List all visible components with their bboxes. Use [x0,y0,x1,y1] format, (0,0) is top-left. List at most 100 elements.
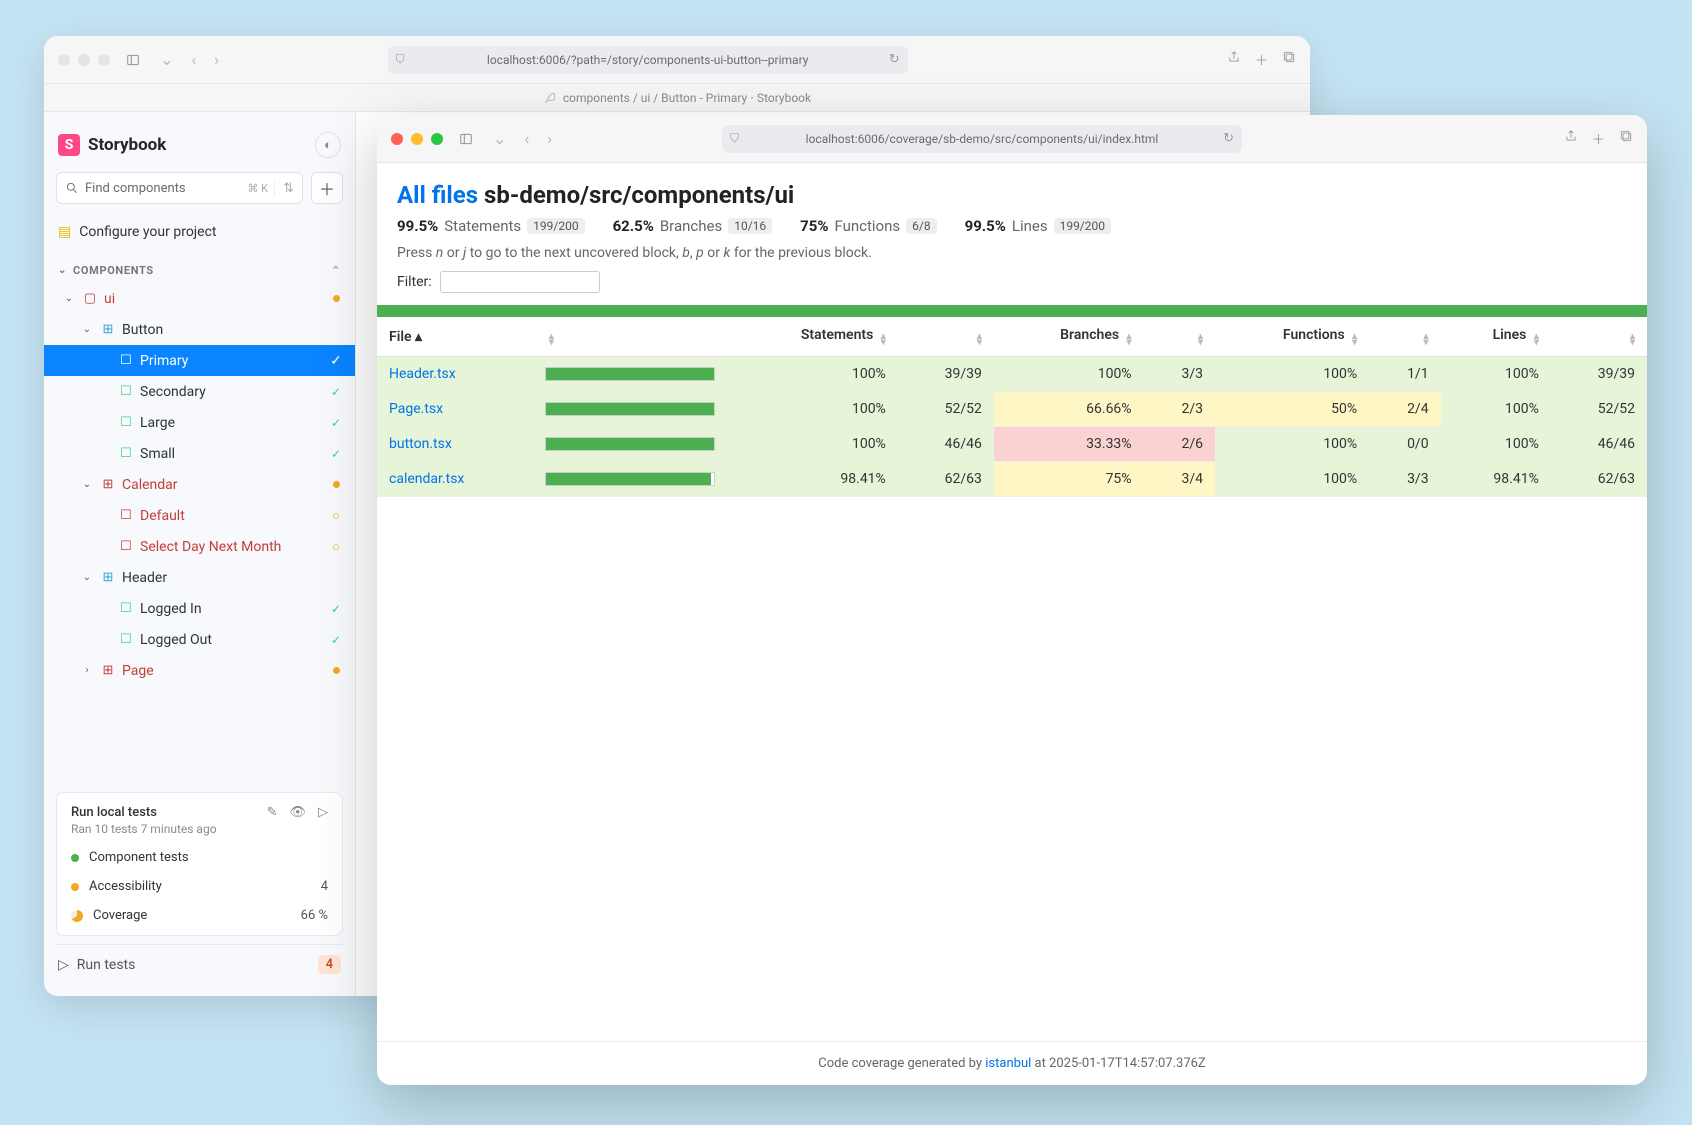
footer-timestamp: at 2025-01-17T14:57:07.376Z [1031,1056,1205,1071]
nav-forward-icon[interactable]: › [210,50,223,69]
tree-label: Logged In [140,601,202,617]
file-link[interactable]: Page.tsx [389,401,443,417]
file-link[interactable]: calendar.tsx [389,471,464,487]
address-bar-back[interactable]: ⛉ localhost:6006/?path=/story/components… [388,46,908,74]
bookmark-icon: ☐ [118,353,134,368]
sort-icon: ▴▾ [1424,334,1429,346]
nav-back-icon[interactable]: ‹ [520,129,533,148]
file-icon: ▤ [58,224,71,240]
th-lines-frac[interactable]: ▴▾ [1551,317,1647,357]
tests-row-component[interactable]: Component tests [71,850,328,865]
browser-actions: ＋ [1227,50,1296,69]
tree-story-default[interactable]: ☐ Default ○ [44,500,355,531]
istanbul-link[interactable]: istanbul [985,1056,1031,1071]
tree-folder-ui[interactable]: ⌄▢ ui [44,283,355,314]
sidebar-toggle-icon[interactable] [120,47,146,73]
tree-label: Page [122,663,154,679]
tree-label: Calendar [122,477,178,493]
tabs-icon[interactable] [1619,129,1633,148]
keyboard-hint: Press n or j to go to the next uncovered… [397,245,1627,261]
table-row: button.tsx100%46/4633.33%2/6100%0/0100%4… [377,427,1647,462]
traffic-lights-active[interactable] [391,133,443,145]
storybook-brand: Storybook [88,135,166,155]
status-dot-icon [333,295,340,302]
tree-component-page[interactable]: ›⊞ Page [44,655,355,686]
components-section-header[interactable]: ⌄ COMPONENTS ⌃ [44,258,355,283]
nav-back-icon[interactable]: ‹ [187,50,200,69]
play-icon[interactable]: ▷ [318,805,328,820]
tree-label: Secondary [140,384,206,400]
cell-statements-pct: 100% [727,427,898,462]
file-link[interactable]: Header.tsx [389,366,456,382]
tree-component-calendar[interactable]: ⌄⊞ Calendar [44,469,355,500]
cell-branches-frac: 2/6 [1144,427,1215,462]
tree-story-logged-in[interactable]: ☐ Logged In ✓ [44,593,355,624]
summary-label: Functions [834,217,900,235]
cell-lines-frac: 52/52 [1551,392,1647,427]
cell-functions-pct: 100% [1215,357,1369,392]
nav-forward-icon[interactable]: › [543,129,556,148]
check-icon: ✓ [329,416,343,430]
reload-icon[interactable]: ↻ [889,52,900,67]
tests-row-coverage[interactable]: Coverage 66 % [71,908,328,923]
tree-component-header[interactable]: ⌄⊞ Header [44,562,355,593]
filter-input[interactable] [440,271,600,293]
tests-subtitle: Ran 10 tests 7 minutes ago [71,822,328,836]
eye-icon[interactable]: 👁 [289,805,306,820]
th-statements-frac[interactable]: ▴▾ [898,317,994,357]
collapse-icon[interactable]: ⌃ [331,264,341,277]
status-dot-orange-icon [71,883,79,891]
sidebar-toggle-icon[interactable] [453,126,479,152]
new-tab-icon[interactable]: ＋ [1592,129,1605,148]
th-branches[interactable]: Branches ▴▾ [994,317,1144,357]
address-bar-front[interactable]: ⛉ localhost:6006/coverage/sb-demo/src/co… [722,125,1242,153]
tree-story-primary[interactable]: ☐ Primary ✓ [44,345,355,376]
tree-story-small[interactable]: ☐ Small ✓ [44,438,355,469]
summary-label: Branches [660,217,722,235]
search-icon [65,181,79,195]
breadcrumb-all-link[interactable]: All files [397,181,478,209]
th-bar[interactable]: ▴▾ [533,317,727,357]
share-icon[interactable] [1564,129,1578,148]
summary-pct: 75% [800,217,828,235]
tabs-icon[interactable] [1282,50,1296,69]
tree-story-logged-out[interactable]: ☐ Logged Out ✓ [44,624,355,655]
th-file[interactable]: File ▴ [377,317,533,357]
reload-icon[interactable]: ↻ [1223,131,1234,146]
summary-label: Statements [444,217,521,235]
tree-story-large[interactable]: ☐ Large ✓ [44,407,355,438]
filter-icon[interactable]: ⇅ [274,181,294,196]
tree-story-select-day[interactable]: ☐ Select Day Next Month ○ [44,531,355,562]
coverage-footer: Code coverage generated by istanbul at 2… [377,1041,1647,1085]
feather-icon [543,91,557,105]
add-button[interactable]: ＋ [311,172,343,204]
th-functions[interactable]: Functions ▴▾ [1215,317,1369,357]
toolbar-dropdown-icon[interactable]: ⌄ [489,129,510,148]
tree-story-secondary[interactable]: ☐ Secondary ✓ [44,376,355,407]
cell-file: button.tsx [377,427,533,462]
configure-link[interactable]: ▤ Configure your project [58,224,341,240]
bookmark-icon: ☐ [118,539,134,554]
tests-row-accessibility[interactable]: Accessibility 4 [71,879,328,894]
run-tests-button[interactable]: ▷ Run tests 4 [56,944,343,984]
play-icon: ▷ [58,957,69,973]
share-icon[interactable] [1227,50,1241,69]
summary-label: Lines [1012,217,1048,235]
toolbar-dropdown-icon[interactable]: ⌄ [156,50,177,69]
th-functions-frac[interactable]: ▴▾ [1369,317,1440,357]
tree-component-button[interactable]: ⌄⊞ Button [44,314,355,345]
sort-icon: ▴▾ [549,334,554,346]
cell-lines-pct: 100% [1441,427,1551,462]
search-input[interactable]: Find components ⌘ K ⇅ [56,172,303,204]
file-link[interactable]: button.tsx [389,436,452,452]
th-lines[interactable]: Lines ▴▾ [1441,317,1551,357]
edit-icon[interactable]: ✎ [267,805,278,820]
tree-label: Primary [140,353,188,369]
check-icon: ✓ [329,602,343,616]
gear-icon[interactable]: ◐ [315,132,341,158]
new-tab-icon[interactable]: ＋ [1255,50,1268,69]
tree-label: Select Day Next Month [140,539,281,555]
coverage-table-wrap: File ▴ ▴▾ Statements ▴▾ ▴▾ Branches ▴▾ ▴… [377,317,1647,497]
th-statements[interactable]: Statements ▴▾ [727,317,898,357]
th-branches-frac[interactable]: ▴▾ [1144,317,1215,357]
